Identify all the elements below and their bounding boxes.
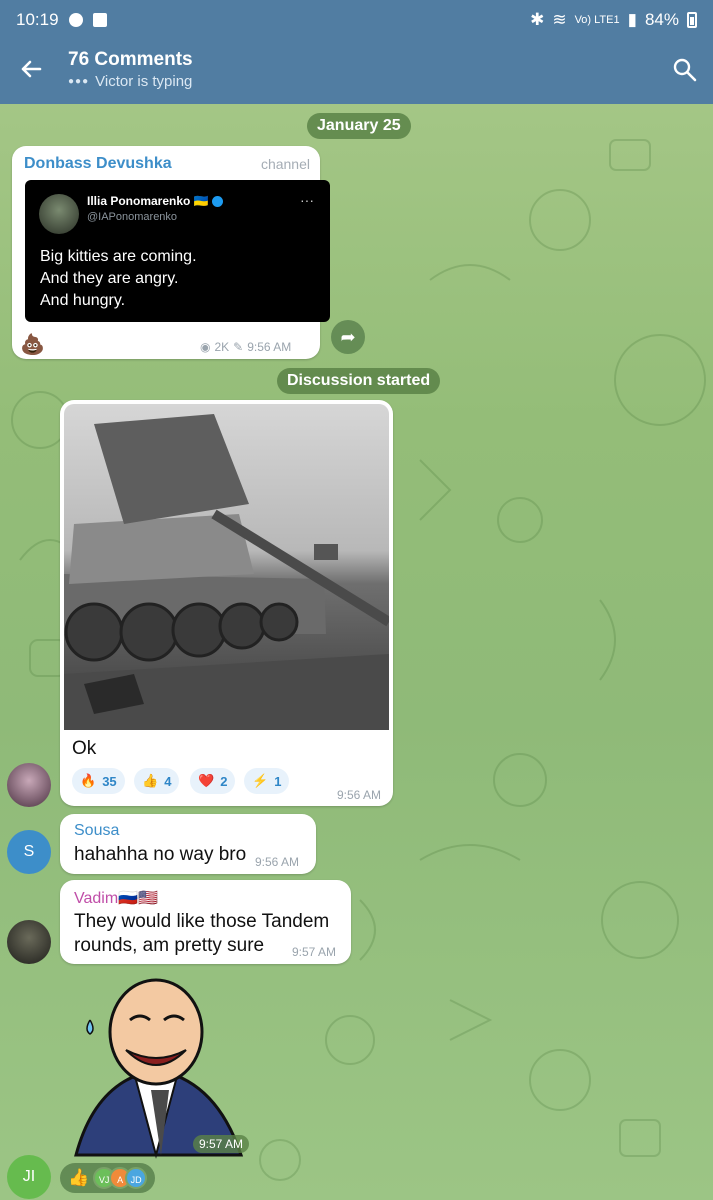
- reaction-count: 35: [102, 773, 117, 789]
- sender-name[interactable]: Sousa: [74, 822, 119, 840]
- wifi-icon: ≋: [552, 10, 567, 29]
- bluetooth-icon: ✱: [530, 10, 545, 29]
- message-time: 9:56 AM: [255, 855, 300, 869]
- view-count: 2K: [214, 340, 230, 354]
- signal-icon: ▮: [627, 10, 637, 29]
- message-text: hahahha no way bro: [74, 844, 247, 865]
- sticker-reaction[interactable]: 👍 VJ A JD: [60, 1163, 155, 1193]
- message-photo[interactable]: Ok 🔥 35 👍 4 ❤️ 2 ⚡ 1 9:56 AM: [60, 400, 393, 806]
- fire-icon: 🔥: [80, 773, 97, 788]
- reaction-count: 4: [164, 773, 172, 789]
- chat-header: 76 Comments ●●● Victor is typing: [0, 40, 713, 104]
- tweet-line: And hungry.: [40, 292, 126, 309]
- status-time: 10:19: [16, 10, 59, 29]
- discussion-started-label: Discussion started: [277, 368, 441, 394]
- tank-photo[interactable]: [64, 404, 389, 730]
- channel-name[interactable]: Donbass Devushka: [24, 155, 172, 173]
- post-meta: ◉ 2K ✎ 9:56 AM: [200, 340, 291, 354]
- reaction-heart[interactable]: ❤️ 2: [190, 768, 236, 794]
- typing-dots-icon: ●●●: [68, 76, 90, 87]
- channel-post[interactable]: Donbass Devushka channel Illia Ponomaren…: [12, 146, 330, 359]
- sender-name[interactable]: Vadim🇷🇺🇺🇸: [74, 888, 158, 908]
- message-text: rounds, am pretty sure: [74, 935, 265, 956]
- reaction-lightning[interactable]: ⚡ 1: [244, 768, 290, 794]
- typing-status: ●●● Victor is typing: [68, 73, 192, 90]
- avatar[interactable]: JI: [7, 1155, 51, 1199]
- message-text: They would like those Tandem: [74, 911, 330, 932]
- message-text: Ok: [72, 738, 97, 759]
- sticker-time: 9:57 AM: [193, 1135, 250, 1153]
- status-bar: 10:19 ✱ ≋ Vo) LTE1 ▮ 84%: [0, 0, 713, 40]
- share-icon[interactable]: ➦: [331, 320, 365, 354]
- tweet-handle: @IAPonomarenko: [87, 211, 178, 223]
- post-time: 9:56 AM: [247, 340, 292, 354]
- post-reaction[interactable]: 💩: [20, 332, 45, 357]
- tweet-line: And they are angry.: [40, 270, 179, 287]
- reaction-thumbs-up[interactable]: 👍 4: [134, 768, 180, 794]
- gallery-notification-icon: [92, 13, 107, 27]
- reaction-count: 2: [220, 773, 228, 789]
- battery-percent: 84%: [644, 10, 679, 29]
- heart-icon: ❤️: [198, 773, 215, 788]
- avatar[interactable]: [7, 920, 51, 964]
- page-title: 76 Comments: [68, 49, 193, 70]
- tweet-author: Illia Ponomarenko 🇺🇦: [87, 194, 223, 208]
- tweet-avatar: [39, 194, 79, 234]
- sticker[interactable]: [66, 970, 246, 1160]
- typing-status-text: Victor is typing: [95, 73, 193, 90]
- battery-icon: [687, 12, 697, 28]
- thumbs-up-icon: 👍: [68, 1168, 90, 1187]
- reactor-avatar: JD: [125, 1167, 148, 1189]
- date-separator: January 25: [307, 113, 411, 139]
- avatar[interactable]: S: [7, 830, 51, 874]
- verified-badge-icon: [211, 196, 223, 208]
- more-options-icon[interactable]: ···: [300, 192, 314, 208]
- network-label: Vo) LTE1: [574, 14, 620, 26]
- search-icon[interactable]: [671, 56, 699, 84]
- pin-icon: ✎: [233, 340, 244, 354]
- reaction-fire[interactable]: 🔥 35: [72, 768, 125, 794]
- app-notification-icon: [68, 13, 83, 27]
- avatar[interactable]: [7, 763, 51, 807]
- thumbs-up-icon: 👍: [142, 773, 159, 788]
- channel-tag: channel: [260, 156, 310, 172]
- eye-icon: ◉: [200, 340, 211, 354]
- lightning-icon: ⚡: [252, 773, 269, 788]
- tweet-line: Big kitties are coming.: [40, 248, 197, 265]
- message-time: 9:56 AM: [336, 788, 381, 802]
- embedded-tweet[interactable]: Illia Ponomarenko 🇺🇦 @IAPonomarenko ··· …: [25, 180, 330, 322]
- message-bubble[interactable]: Vadim🇷🇺🇺🇸 They would like those Tandem r…: [60, 880, 351, 964]
- arrow-back-icon[interactable]: [16, 54, 46, 84]
- reaction-count: 1: [274, 773, 282, 789]
- message-time: 9:57 AM: [292, 945, 337, 959]
- message-bubble[interactable]: Sousa hahahha no way bro 9:56 AM: [60, 814, 316, 874]
